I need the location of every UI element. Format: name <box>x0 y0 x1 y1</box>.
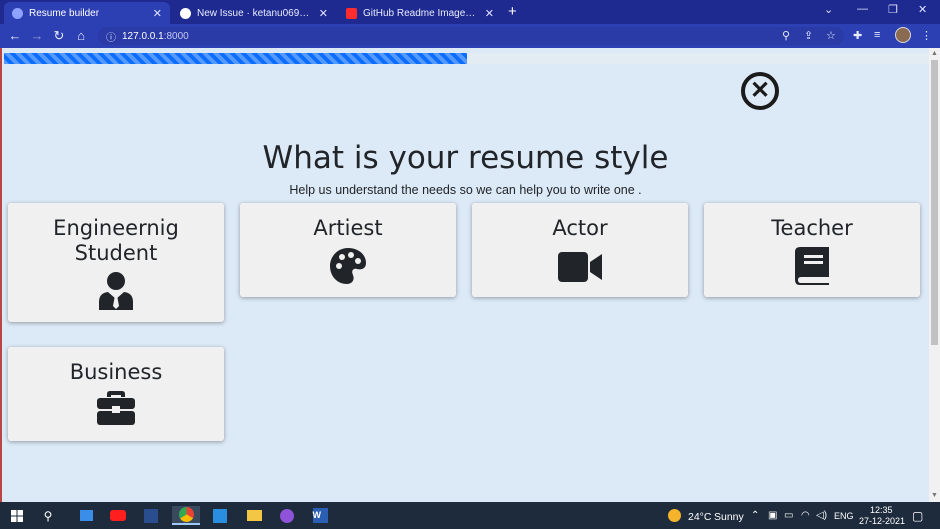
tab-label: Resume builder <box>29 7 100 19</box>
address-bar[interactable]: ⓘ 127.0.0.1:8000 <box>98 27 844 45</box>
meet-now-icon[interactable]: ▣ <box>768 510 777 521</box>
video-camera-icon <box>558 252 602 282</box>
close-window-button[interactable]: ✕ <box>918 3 927 16</box>
home-icon[interactable]: ⌂ <box>73 28 89 43</box>
minimize-button[interactable]: — <box>857 3 868 15</box>
codeblocks-icon[interactable] <box>141 506 161 525</box>
globe-icon <box>12 7 23 19</box>
windows-start-icon[interactable] <box>7 506 27 525</box>
chevron-up-icon[interactable]: ⌃ <box>751 510 759 521</box>
restore-button[interactable]: ❐ <box>888 3 898 16</box>
card-label: Business <box>69 360 163 384</box>
app-store-icon[interactable] <box>76 506 96 525</box>
close-tab-icon[interactable]: ✕ <box>153 7 162 20</box>
browser-toolbar: ← → ↻ ⌂ ⓘ 127.0.0.1:8000 ⚲ ⇪ ☆ ✚ ≡ ⋮ <box>0 24 940 48</box>
bookmark-star-icon[interactable]: ☆ <box>826 29 836 42</box>
weather-text[interactable]: Sunny <box>714 511 744 523</box>
word-icon[interactable]: W <box>310 506 330 525</box>
url-text: 127.0.0.1:8000 <box>122 31 189 42</box>
extensions-icon[interactable]: ✚ <box>853 29 862 42</box>
vertical-scrollbar[interactable]: ▲ ▼ <box>929 48 940 502</box>
tab-label: GitHub Readme Images Tutorial <box>363 7 479 19</box>
book-icon <box>795 247 829 285</box>
card-label: Engineernig Student <box>53 216 179 265</box>
back-icon[interactable]: ← <box>7 28 23 43</box>
style-card-business[interactable]: Business <box>8 347 224 441</box>
volume-icon[interactable]: ◁) <box>816 510 827 521</box>
scroll-thumb[interactable] <box>931 60 938 345</box>
clock-time[interactable]: 12:35 <box>870 505 893 515</box>
browser-tab-strip: Resume builder ✕ New Issue · ketanu0690/… <box>0 0 940 24</box>
profile-avatar[interactable] <box>895 27 911 43</box>
style-card-artiest[interactable]: Artiest <box>240 203 456 297</box>
style-card-engineering-student[interactable]: Engineernig Student <box>8 203 224 322</box>
url-host: 127.0.0.1 <box>122 30 164 42</box>
page-subtitle: Help us understand the needs so we can h… <box>289 183 642 197</box>
progress-bar <box>4 53 929 64</box>
weather-temp[interactable]: 24°C <box>688 511 711 523</box>
search-icon[interactable]: ⚲ <box>38 506 58 525</box>
reading-list-icon[interactable]: ≡ <box>874 29 880 41</box>
progress-bar-fill <box>4 53 467 64</box>
language-indicator[interactable]: ENG <box>834 511 854 521</box>
scroll-down-icon[interactable]: ▼ <box>931 492 938 499</box>
tab-label: New Issue · ketanu0690/resume- <box>197 7 313 19</box>
forward-icon[interactable]: → <box>29 28 45 43</box>
wifi-icon[interactable]: ◠ <box>801 510 810 521</box>
card-label: Actor <box>552 216 608 240</box>
vscode-icon[interactable] <box>210 506 230 525</box>
tab-new-issue[interactable]: New Issue · ketanu0690/resume- ✕ <box>172 2 336 24</box>
close-tab-icon[interactable]: ✕ <box>319 7 328 20</box>
scroll-up-icon[interactable]: ▲ <box>931 50 938 57</box>
palette-icon <box>330 248 366 284</box>
github-icon <box>180 7 191 19</box>
battery-icon[interactable]: ▭ <box>784 510 793 521</box>
youtube-app-icon[interactable] <box>108 506 128 525</box>
sun-weather-icon <box>668 509 681 522</box>
style-card-teacher[interactable]: Teacher <box>704 203 920 297</box>
youtube-icon <box>346 7 357 19</box>
page-viewport: ✕ What is your resume style Help us unde… <box>0 48 929 502</box>
windows-taskbar: ⚲ W 24°C Sunny ⌃ ▣ ▭ ◠ ◁) ENG 12:35 27-1… <box>0 502 940 529</box>
card-label: Teacher <box>771 216 853 240</box>
new-tab-button[interactable]: + <box>508 3 517 20</box>
zoom-icon[interactable]: ⚲ <box>782 29 790 42</box>
close-tab-icon[interactable]: ✕ <box>485 7 494 20</box>
notifications-icon[interactable]: ▢ <box>912 509 923 523</box>
close-icon[interactable]: ✕ <box>741 72 779 110</box>
share-icon[interactable]: ⇪ <box>804 29 813 42</box>
info-icon[interactable]: ⓘ <box>106 29 116 44</box>
briefcase-icon <box>97 391 135 425</box>
tab-search-icon[interactable]: ⌄ <box>824 3 833 16</box>
url-port: :8000 <box>163 30 189 42</box>
reload-icon[interactable]: ↻ <box>51 28 67 44</box>
card-label: Artiest <box>313 216 383 240</box>
github-desktop-icon[interactable] <box>277 506 297 525</box>
file-explorer-icon[interactable] <box>244 506 264 525</box>
tab-github-readme[interactable]: GitHub Readme Images Tutorial ✕ <box>338 2 502 24</box>
user-tie-icon <box>99 272 133 310</box>
page-title: What is your resume style <box>262 140 669 176</box>
style-card-actor[interactable]: Actor <box>472 203 688 297</box>
menu-icon[interactable]: ⋮ <box>921 29 932 42</box>
chrome-icon[interactable] <box>172 506 200 525</box>
clock-date[interactable]: 27-12-2021 <box>859 516 905 526</box>
tab-resume-builder[interactable]: Resume builder ✕ <box>4 2 170 24</box>
